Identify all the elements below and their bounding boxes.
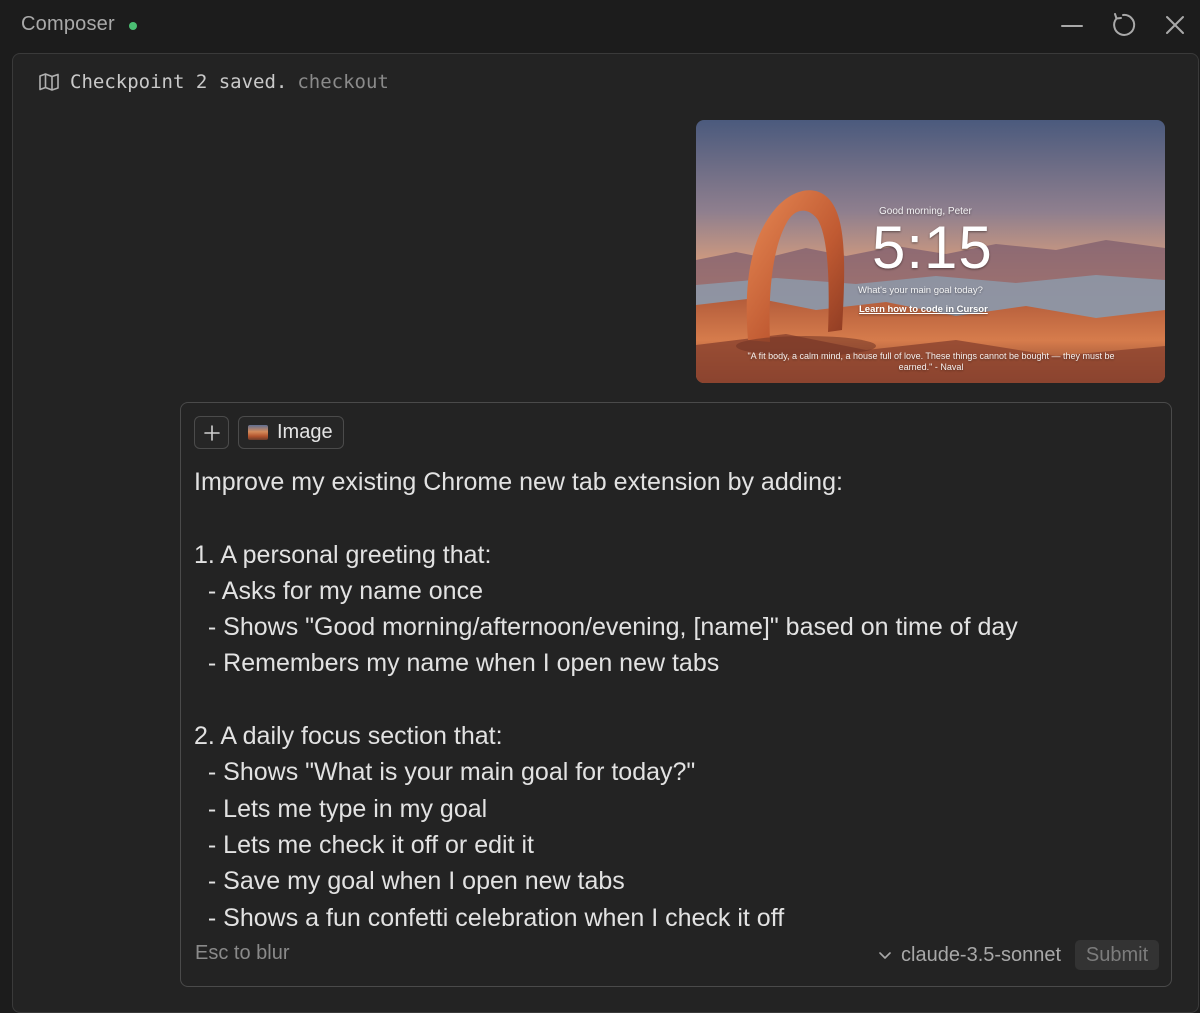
prompt-line: 2. A daily focus section that: bbox=[194, 722, 503, 751]
checkpoint-line: Checkpoint 2 saved. checkout bbox=[38, 70, 389, 94]
chevron-down-icon bbox=[879, 952, 891, 959]
status-dot bbox=[129, 22, 137, 30]
refresh-icon bbox=[1113, 13, 1136, 36]
minimize-button[interactable] bbox=[1055, 8, 1089, 42]
plus-icon bbox=[203, 424, 220, 441]
checkout-link[interactable]: checkout bbox=[297, 71, 389, 93]
prompt-line: Improve my existing Chrome new tab exten… bbox=[194, 468, 843, 496]
prompt-line: - Shows "What is your main goal for toda… bbox=[194, 758, 696, 787]
model-selector[interactable]: claude-3.5-sonnet bbox=[878, 942, 1061, 968]
prompt-line: - Shows "Good morning/afternoon/evening,… bbox=[194, 613, 1018, 642]
attached-image-preview[interactable]: Good morning, Peter 5:15 What's your mai… bbox=[696, 120, 1165, 383]
refresh-button[interactable] bbox=[1106, 8, 1140, 42]
prompt-line: - Lets me type in my goal bbox=[194, 794, 488, 823]
image-attachment-chip[interactable]: Image bbox=[238, 416, 344, 449]
prompt-text[interactable]: Improve my existing Chrome new tab exten… bbox=[194, 464, 1164, 936]
prompt-line bbox=[194, 500, 1164, 536]
preview-time: 5:15 bbox=[872, 214, 993, 281]
preview-quote: "A fit body, a calm mind, a house full o… bbox=[747, 351, 1115, 372]
prompt-line: - Lets me check it off or edit it bbox=[194, 830, 534, 859]
prompt-line: 1. A personal greeting that: bbox=[194, 540, 492, 569]
prompt-line: - Save my goal when I open new tabs bbox=[194, 867, 625, 896]
submit-button[interactable]: Submit bbox=[1075, 940, 1159, 970]
preview-link: Learn how to code in Cursor bbox=[859, 304, 988, 315]
checkpoint-text: Checkpoint 2 saved. bbox=[70, 71, 288, 93]
preview-question: What's your main goal today? bbox=[858, 285, 983, 296]
prompt-line: - Remembers my name when I open new tabs bbox=[194, 649, 720, 678]
prompt-line: - Shows a fun confetti celebration when … bbox=[194, 903, 785, 932]
image-thumbnail bbox=[248, 425, 268, 440]
close-icon bbox=[1166, 16, 1184, 34]
prompt-line: - Asks for my name once bbox=[194, 576, 483, 605]
esc-hint: Esc to blur bbox=[195, 942, 290, 964]
map-icon bbox=[39, 73, 59, 91]
minimize-icon bbox=[1061, 25, 1083, 27]
title-bar: Composer bbox=[0, 0, 1200, 52]
close-button[interactable] bbox=[1158, 8, 1192, 42]
prompt-line bbox=[194, 682, 1164, 718]
window-title: Composer bbox=[21, 13, 115, 35]
model-name: claude-3.5-sonnet bbox=[901, 943, 1062, 966]
add-context-button[interactable] bbox=[194, 416, 229, 449]
image-chip-label: Image bbox=[277, 421, 333, 443]
